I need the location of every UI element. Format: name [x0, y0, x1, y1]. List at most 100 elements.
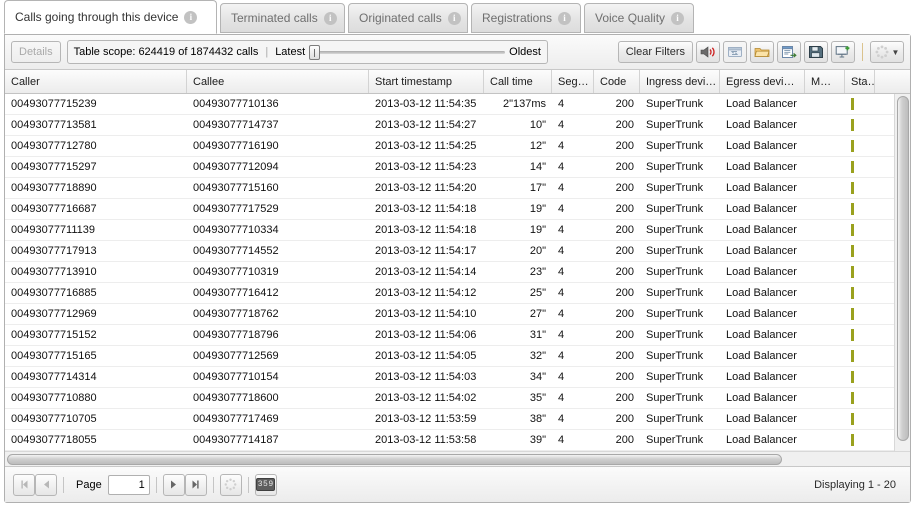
next-page-icon[interactable]	[162, 473, 185, 496]
cell-egress-device: Load Balancer	[726, 329, 797, 341]
horizontal-scrollbar-thumb[interactable]	[7, 454, 782, 465]
slider-track[interactable]	[309, 51, 506, 54]
last-page-icon[interactable]	[184, 473, 207, 496]
cell-egress-device: Load Balancer	[726, 245, 797, 257]
cell-egress-device: Load Balancer	[726, 350, 797, 362]
counter-icon[interactable]: 359	[254, 473, 277, 496]
cell-segments: 4	[558, 245, 565, 257]
report-export-icon[interactable]	[777, 41, 801, 63]
scope-divider: |	[265, 46, 269, 58]
cell-status	[845, 136, 875, 156]
tab-calls-going-through-this-device[interactable]: Calls going through this device i	[4, 0, 217, 34]
table-row[interactable]: 00493077718890 00493077715160 2013-03-12 1…	[5, 178, 910, 199]
save-disk-icon[interactable]	[804, 41, 828, 63]
table-row[interactable]: 00493077713581 00493077714737 2013-03-12 1…	[5, 115, 910, 136]
table-row[interactable]: 00493077717913 00493077714552 2013-03-12 1…	[5, 241, 910, 262]
column-header-code[interactable]: Code	[594, 70, 640, 93]
tab-voice-quality[interactable]: Voice Quality i	[584, 3, 694, 33]
cell-m	[805, 241, 845, 261]
info-icon[interactable]: i	[558, 11, 572, 25]
tab-originated-calls[interactable]: Originated calls i	[348, 3, 468, 33]
settings-spinner-icon[interactable]: ▼	[870, 41, 904, 63]
table-scope-box: Table scope: 624419 of 1874432 calls | L…	[66, 40, 548, 64]
refresh-spinner-icon[interactable]	[219, 473, 242, 496]
table-row[interactable]: 00493077715297 00493077712094 2013-03-12 1…	[5, 157, 910, 178]
cell-m	[805, 199, 845, 219]
status-indicator	[851, 224, 854, 236]
table-row[interactable]: 00493077712969 00493077718762 2013-03-12 1…	[5, 304, 910, 325]
cell-code: 200	[615, 434, 634, 446]
cell-egress-device: Load Balancer	[726, 392, 797, 404]
export-chart-icon[interactable]	[831, 41, 855, 63]
pager-divider	[155, 476, 157, 493]
info-icon[interactable]: i	[671, 11, 685, 25]
column-header-ingress-device[interactable]: Ingress devi…	[640, 70, 720, 93]
column-header-status[interactable]: Sta…	[845, 70, 875, 93]
table-row[interactable]: 00493077710880 00493077718600 2013-03-12 1…	[5, 388, 910, 409]
cell-code: 200	[615, 98, 634, 110]
column-header-start-timestamp[interactable]: Start timestamp	[369, 70, 484, 93]
table-row[interactable]: 00493077712780 00493077716190 2013-03-12 1…	[5, 136, 910, 157]
cell-callee: 00493077716412	[193, 287, 279, 299]
first-page-icon[interactable]	[13, 473, 35, 496]
cell-status	[845, 367, 875, 387]
cell-call-time: 32"	[529, 350, 546, 362]
cell-ingress-device: SuperTrunk	[646, 413, 704, 425]
cell-m	[805, 304, 845, 324]
status-indicator	[851, 140, 854, 152]
latest-label: Latest	[275, 46, 306, 58]
table-row[interactable]: 00493077713910 00493077710319 2013-03-12 1…	[5, 262, 910, 283]
cell-egress-device: Load Balancer	[726, 371, 797, 383]
cell-callee: 00493077717529	[193, 203, 279, 215]
tab-terminated-calls[interactable]: Terminated calls i	[220, 3, 345, 33]
table-row[interactable]: 00493077716687 00493077717529 2013-03-12 1…	[5, 199, 910, 220]
vertical-scrollbar[interactable]	[894, 94, 910, 466]
cell-caller: 00493077715152	[11, 329, 97, 341]
cell-ingress-device: SuperTrunk	[646, 140, 704, 152]
clear-filters-button[interactable]: Clear Filters	[617, 41, 693, 63]
time-range-slider[interactable]	[309, 45, 506, 60]
table-row[interactable]: 00493077716885 00493077716412 2013-03-12 1…	[5, 283, 910, 304]
cell-caller: 00493077712780	[11, 140, 97, 152]
cell-ingress-device: SuperTrunk	[646, 350, 704, 362]
cell-code: 200	[615, 308, 634, 320]
table-row[interactable]: 00493077718055 00493077714187 2013-03-12 1…	[5, 430, 910, 451]
table-row[interactable]: 00493077715165 00493077712569 2013-03-12 1…	[5, 346, 910, 367]
cell-m	[805, 388, 845, 408]
cell-callee: 00493077712569	[193, 350, 279, 362]
vertical-scrollbar-thumb[interactable]	[897, 96, 909, 441]
page-input[interactable]	[107, 474, 150, 495]
cell-segments: 4	[558, 371, 565, 383]
table-row[interactable]: 00493077710705 00493077717469 2013-03-12 1…	[5, 409, 910, 430]
cell-code: 200	[615, 350, 634, 362]
column-header-segments[interactable]: Seg…	[552, 70, 594, 93]
slider-thumb[interactable]	[309, 45, 321, 60]
details-button[interactable]: Details	[11, 41, 61, 63]
cell-call-time: 10"	[529, 119, 546, 131]
column-header-egress-device[interactable]: Egress devi…	[720, 70, 805, 93]
speaker-icon[interactable]	[696, 41, 720, 63]
column-header-callee[interactable]: Callee	[187, 70, 369, 93]
column-header-m[interactable]: M…	[805, 70, 845, 93]
pager-divider	[63, 476, 64, 493]
table-row[interactable]: 00493077715152 00493077718796 2013-03-12 1…	[5, 325, 910, 346]
table-row[interactable]: 00493077715239 00493077710136 2013-03-12 1…	[5, 94, 910, 115]
prev-page-icon[interactable]	[35, 473, 57, 496]
table-row[interactable]: 00493077714314 00493077710154 2013-03-12 1…	[5, 367, 910, 388]
table-row[interactable]: 00493077711139 00493077710334 2013-03-12 1…	[5, 220, 910, 241]
folder-open-icon[interactable]	[750, 41, 774, 63]
column-header-caller[interactable]: Caller	[5, 70, 187, 93]
cell-call-time: 12"	[529, 140, 546, 152]
cell-caller: 00493077715297	[11, 161, 97, 173]
info-icon[interactable]: i	[184, 10, 198, 24]
oldest-label: Oldest	[509, 46, 541, 58]
column-header-call-time[interactable]: Call time	[484, 70, 552, 93]
cell-egress-device: Load Balancer	[726, 266, 797, 278]
horizontal-scrollbar[interactable]	[5, 451, 910, 466]
info-icon[interactable]: i	[447, 11, 461, 25]
refresh-print-icon[interactable]	[723, 41, 747, 63]
tab-registrations[interactable]: Registrations i	[471, 3, 581, 33]
cell-call-time: 25"	[529, 287, 546, 299]
status-indicator	[851, 434, 854, 446]
info-icon[interactable]: i	[323, 11, 337, 25]
